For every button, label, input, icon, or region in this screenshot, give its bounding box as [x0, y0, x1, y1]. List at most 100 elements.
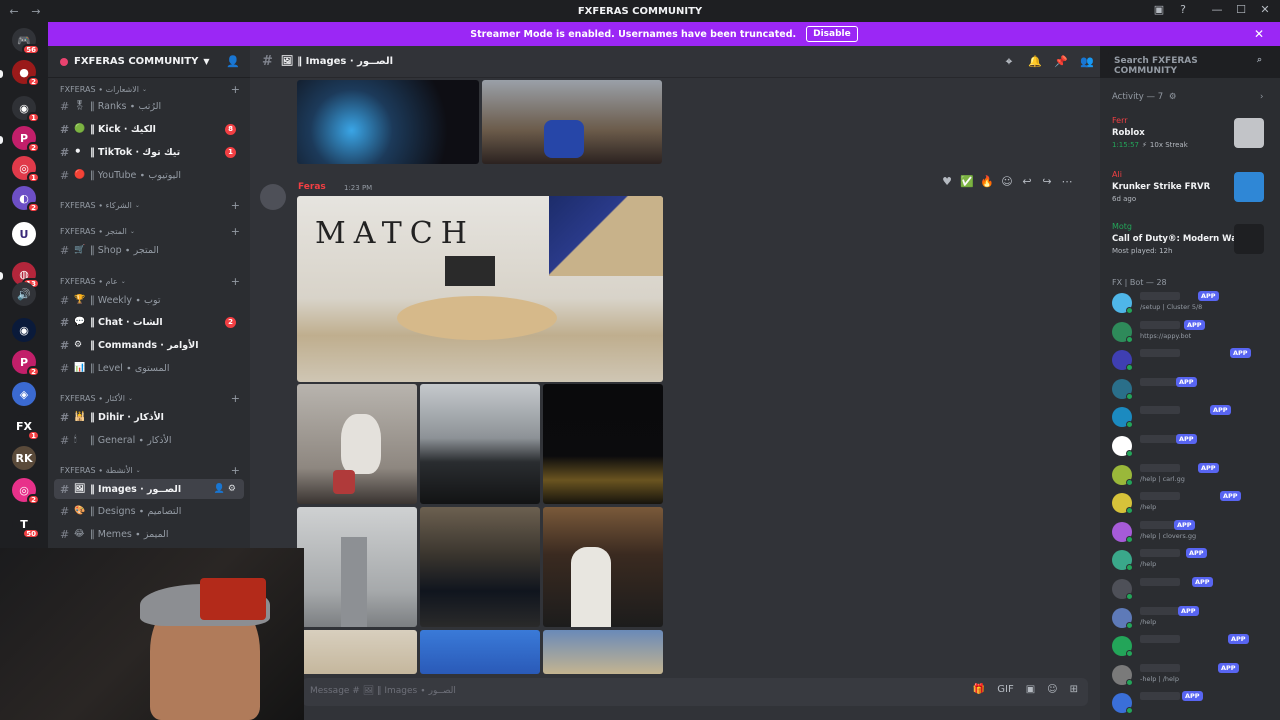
server-icon[interactable]: RK	[12, 446, 36, 470]
image-attachment[interactable]	[297, 384, 417, 504]
server-icon[interactable]: ◐ 2	[12, 186, 40, 213]
activity-card[interactable]: Motg Call of Duty®: Modern Warf... Most pl…	[1108, 218, 1268, 262]
member-item[interactable]: APP/help | clovers.gg	[1112, 519, 1272, 545]
server-icon[interactable]: 🎮 56	[12, 28, 40, 55]
image-attachment[interactable]	[297, 507, 417, 627]
image-attachment[interactable]	[543, 384, 663, 504]
message-action-icon[interactable]: ⋯	[1060, 175, 1074, 188]
message-action-icon[interactable]: ↪	[1040, 175, 1054, 188]
image-attachment[interactable]	[482, 80, 662, 164]
server-icon[interactable]: P2	[12, 126, 40, 153]
member-list-icon[interactable]: 👥	[1080, 55, 1094, 69]
create-channel-icon[interactable]: +	[231, 225, 240, 238]
channel-item[interactable]: # 📊 ‖ Level ∙ المستوى	[54, 358, 244, 378]
threads-icon[interactable]: ⌖	[1002, 55, 1016, 69]
create-channel-icon[interactable]: +	[231, 392, 240, 405]
server-icon[interactable]: ◎ 1	[12, 156, 40, 183]
minimize-icon[interactable]: —	[1208, 3, 1226, 19]
composer-tool-icon[interactable]: ☺	[1047, 684, 1057, 695]
channel-item[interactable]: # 🛒 ‖ Shop ∙ المتجر	[54, 240, 244, 260]
image-attachment[interactable]	[543, 630, 663, 674]
image-attachment[interactable]: MATCH	[297, 196, 663, 382]
channel-item[interactable]: # 😂 ‖ Memes ∙ الميمز	[54, 524, 244, 544]
channel-item[interactable]: # 🕯 ‖ General ∙ الأذكار	[54, 430, 244, 450]
category-header[interactable]: FXFERAS ∙ الأكثار ⌄ +	[60, 391, 240, 405]
composer-tool-icon[interactable]: ⊞	[1070, 684, 1078, 695]
member-item[interactable]: APP/setup | Cluster 5/8	[1112, 290, 1272, 316]
create-channel-icon[interactable]: +	[231, 464, 240, 477]
image-attachment[interactable]	[420, 507, 540, 627]
server-icon[interactable]: ◉ 1	[12, 96, 40, 123]
server-icon[interactable]: ◉	[12, 318, 36, 342]
composer-tool-icon[interactable]: ▣	[1026, 684, 1035, 695]
member-item[interactable]: APP/help	[1112, 490, 1272, 516]
message-action-icon[interactable]: ↩	[1020, 175, 1034, 188]
channel-item[interactable]: # ⚫ ‖ TikTok ∙ تيك توك 1	[54, 142, 244, 162]
member-item[interactable]: APP/help	[1112, 605, 1272, 631]
member-item[interactable]: APP/help	[1112, 547, 1272, 573]
avatar[interactable]	[260, 184, 286, 210]
member-item[interactable]: APP	[1112, 633, 1272, 659]
channel-item[interactable]: # 🕌 ‖ Dihir ∙ الأذكار	[54, 407, 244, 427]
channel-item[interactable]: # 🎖 ‖ Ranks ∙ الرُتب	[54, 96, 244, 116]
close-window-icon[interactable]: ✕	[1256, 3, 1274, 19]
composer-tool-icon[interactable]: GIF	[997, 684, 1013, 695]
channel-item[interactable]: # 🎨 ‖ Designs ∙ التصاميم	[54, 501, 244, 521]
server-icon[interactable]: U	[12, 222, 36, 246]
category-header[interactable]: FXFERAS ∙ عام ⌄ +	[60, 274, 240, 288]
server-header[interactable]: FXFERAS COMMUNITY ▼ 👤	[48, 46, 250, 78]
invite-people-icon[interactable]: 👤	[226, 55, 240, 68]
image-attachment[interactable]	[420, 384, 540, 504]
message-author[interactable]: Feras	[298, 182, 326, 192]
image-attachment[interactable]	[297, 80, 479, 164]
activity-card[interactable]: Ali Krunker Strike FRVR 6d ago	[1108, 166, 1268, 210]
member-item[interactable]: APP https://appy.bot	[1112, 319, 1272, 345]
member-item[interactable]: APP	[1112, 690, 1272, 716]
channel-item[interactable]: # 🖼 ‖ Images ∙ الصــور 👤 ⚙	[54, 479, 244, 499]
server-icon[interactable]: T 50	[12, 512, 40, 539]
activity-card[interactable]: Ferr Roblox 1:15:57 ⚡ 10x Streak	[1108, 112, 1268, 156]
quick-reaction-icon[interactable]: ♥	[940, 175, 954, 188]
pin-icon[interactable]: 📌	[1054, 55, 1068, 69]
server-icon[interactable]: P2	[12, 350, 40, 377]
category-header[interactable]: FXFERAS ∙ الأنشطة ⌄ +	[60, 463, 240, 477]
server-icon[interactable]: ◈	[12, 382, 36, 406]
search-input[interactable]: Search FXFERAS COMMUNITY ⌕	[1108, 51, 1268, 76]
member-item[interactable]: APP	[1112, 404, 1272, 430]
chevron-right-icon[interactable]: ›	[1260, 92, 1263, 102]
category-header[interactable]: FXFERAS ∙ المتجر ⌄ +	[60, 224, 240, 238]
server-icon[interactable]: 🔊	[12, 282, 36, 306]
server-icon[interactable]: ● 2	[12, 60, 40, 87]
channel-item[interactable]: # 🔴 ‖ YouTube ∙ اليوتيوب	[54, 165, 244, 185]
quick-reaction-icon[interactable]: 🔥	[980, 175, 994, 188]
channel-item[interactable]: # 🏆 ‖ Weekly ∙ توب	[54, 290, 244, 310]
member-item[interactable]: APP -help | /help	[1112, 662, 1272, 688]
member-item[interactable]: APP	[1112, 576, 1272, 602]
disable-streamer-mode-button[interactable]: Disable	[806, 26, 858, 42]
image-attachment[interactable]	[420, 630, 540, 674]
composer-tool-icon[interactable]: 🎁	[973, 684, 985, 695]
category-header[interactable]: FXFERAS ∙ الشركاء ⌄ +	[60, 198, 240, 212]
member-item[interactable]: APP	[1112, 376, 1272, 402]
message-input[interactable]: Message # 🖼 ‖ Images ∙ الصــور 🎁 GIF ▣ ☺ ⊞	[302, 678, 1088, 706]
channel-item[interactable]: # 💬 ‖ Chat ∙ الشات 2	[54, 312, 244, 332]
server-icon[interactable]: FX 1	[12, 414, 40, 441]
close-banner-icon[interactable]: ✕	[1254, 27, 1264, 41]
channel-settings-icon[interactable]: 👤 ⚙	[214, 484, 236, 494]
help-icon[interactable]: ?	[1174, 3, 1192, 19]
notification-bell-icon[interactable]: 🔔	[1028, 55, 1042, 69]
maximize-icon[interactable]: ☐	[1232, 3, 1250, 19]
message-action-icon[interactable]: ☺	[1000, 175, 1014, 188]
member-item[interactable]: APP	[1112, 433, 1272, 459]
create-channel-icon[interactable]: +	[231, 83, 240, 96]
inbox-icon[interactable]: ▣	[1150, 3, 1168, 19]
channel-item[interactable]: # ⚙ ‖ Commands ∙ الأوامر	[54, 335, 244, 355]
create-channel-icon[interactable]: +	[231, 199, 240, 212]
member-item[interactable]: APP/help | carl.gg	[1112, 462, 1272, 488]
image-attachment[interactable]	[297, 630, 417, 674]
channel-item[interactable]: # 🟢 ‖ Kick ∙ الكيك 8	[54, 119, 244, 139]
quick-reaction-icon[interactable]: ✅	[960, 175, 974, 188]
category-header[interactable]: FXFERAS ∙ الاشعارات ⌄ +	[60, 82, 240, 96]
create-channel-icon[interactable]: +	[231, 275, 240, 288]
server-icon[interactable]: ◎ 2	[12, 478, 40, 505]
